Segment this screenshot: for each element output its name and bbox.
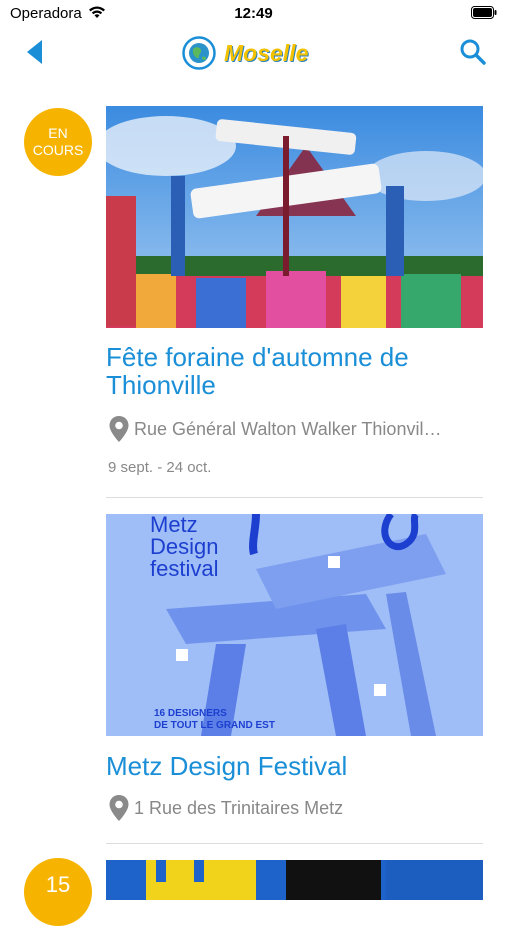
event-image-3[interactable] bbox=[106, 860, 483, 900]
date-badge: 15 bbox=[24, 858, 92, 926]
event-poster-partial bbox=[106, 860, 483, 900]
badge-line2: COURS bbox=[32, 142, 84, 158]
location-text: Rue Général Walton Walker Thionvil… bbox=[134, 418, 442, 439]
badge-line1: EN bbox=[48, 125, 68, 141]
status-bar: Operadora 12:49 bbox=[0, 0, 507, 28]
poster-title: Metz Design festival bbox=[150, 514, 219, 581]
event-title[interactable]: Fête foraine d'automne de Thionville bbox=[106, 343, 483, 399]
status-badge: EN COURS bbox=[24, 108, 92, 176]
nav-header: Moselle bbox=[0, 30, 507, 76]
search-icon[interactable] bbox=[459, 38, 487, 66]
battery-icon bbox=[471, 6, 497, 19]
poster-caption: 16 DESIGNERS DE TOUT LE GRAND EST bbox=[154, 708, 275, 731]
event-dates: 9 sept. - 24 oct. bbox=[108, 459, 212, 476]
chevron-left-icon[interactable] bbox=[24, 38, 46, 66]
event-image-fete-foraine[interactable] bbox=[106, 106, 483, 328]
map-pin-icon bbox=[109, 795, 129, 821]
globe-logo-icon bbox=[182, 36, 216, 70]
fairground-ride-image bbox=[106, 106, 483, 328]
event-image-metz-design[interactable]: Metz Design festival 16 DESIGNERS DE TOU… bbox=[106, 514, 483, 736]
event-title[interactable]: Metz Design Festival bbox=[106, 752, 483, 780]
clock: 12:49 bbox=[234, 5, 273, 22]
event-location: Rue Général Walton Walker Thionvil… bbox=[108, 414, 483, 444]
location-text: 1 Rue des Trinitaires Metz bbox=[134, 797, 344, 818]
divider bbox=[106, 497, 483, 498]
app-logo: Moselle bbox=[182, 36, 308, 70]
divider bbox=[106, 843, 483, 844]
map-pin-icon bbox=[109, 416, 129, 442]
app-title: Moselle bbox=[224, 39, 309, 66]
event-location: 1 Rue des Trinitaires Metz bbox=[108, 793, 483, 823]
badge-day: 15 bbox=[45, 872, 71, 897]
